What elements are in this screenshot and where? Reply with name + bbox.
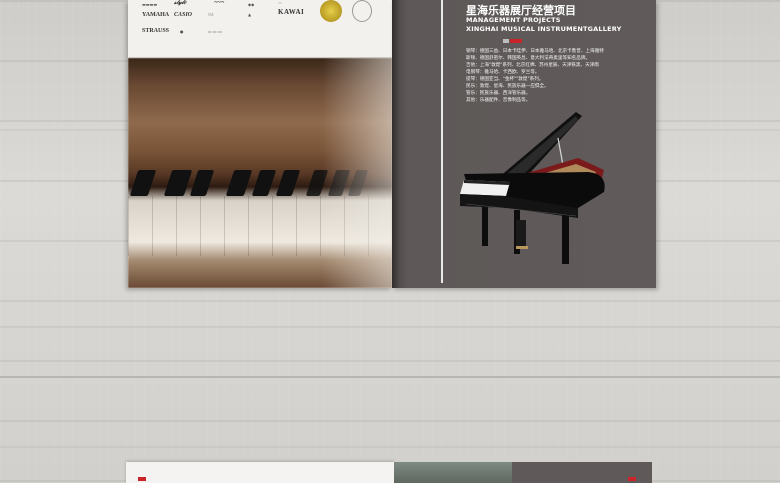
- body-text-line: 钢琴：德国三益、日本卡哇伊、日本雅马哈、北京卡鲁普、上海雅特: [466, 49, 604, 54]
- brand-logo-strauss: STRAUSS: [142, 28, 170, 34]
- body-text-line: 电钢琴：雅马哈、卡西欧、罗兰等。: [466, 70, 540, 75]
- body-text-line: 民乐：敦煌、星海、民族乐器一应俱全。: [466, 84, 549, 89]
- page-subtitle: XINGHAI MUSICAL INSTRUMENTGALLERY: [466, 25, 622, 33]
- brochure-left-page: ▬▬▬▬ 𝓈𝓉𝓎𝓁𝑒 ~~~ YAMAHA CASIO ⌇⌇⌇ ▲ KAWAI …: [128, 0, 392, 288]
- accent-bar: [138, 477, 146, 481]
- page-fold-shadow: [392, 0, 400, 288]
- brand-logo: ⌇⌇⌇: [208, 12, 214, 17]
- brand-logo-casio: CASIO: [174, 12, 193, 18]
- second-brochure-left-page: [126, 462, 394, 483]
- brand-logo: ◆◆: [248, 2, 255, 7]
- body-text-line: 斯顿、德国舒密尔、韩国英昌、意大利法奇奥里等知名品牌。: [466, 56, 591, 61]
- accent-bar: [503, 39, 509, 43]
- accent-bar: [510, 39, 522, 43]
- body-text-line: 管乐：民族乐器、西洋管乐器。: [466, 91, 531, 96]
- body-text-line: 提琴：德国亚当、"金杯""敦煌"系列。: [466, 77, 544, 82]
- plank-seam: [0, 326, 780, 328]
- brand-logo-yamaha: YAMAHA: [142, 12, 170, 18]
- second-brochure-photo: [394, 462, 512, 483]
- brand-logo: ▲: [248, 12, 252, 17]
- brand-logo: ▭ ▭ ▭: [208, 29, 222, 34]
- page-subtitle: MANAGEMENT PROJECTS: [466, 16, 561, 24]
- brand-logo: ●: [180, 29, 184, 34]
- brand-logo: ▬▬▬▬: [142, 2, 158, 7]
- plank-seam: [0, 446, 780, 448]
- grand-piano-image: [460, 112, 605, 264]
- vertical-divider: [441, 0, 443, 283]
- body-text-line: 吉他：上海"敦煌"系列、北京红棉、苏州星辰、天津铁黑、天津雨: [466, 63, 599, 68]
- accent-bar: [628, 477, 636, 481]
- photo-fade: [322, 58, 392, 288]
- body-text-line: 其他：乐器配件、音像制品等。: [466, 98, 531, 103]
- brand-seal-icon: [352, 0, 372, 22]
- plank-seam: [0, 376, 780, 378]
- brand-logo-kawai: KAWAI: [278, 8, 305, 16]
- brand-emblem-icon: [320, 0, 342, 22]
- brand-logo: ~~~: [214, 0, 225, 6]
- brand-logo: ⌒: [278, 2, 282, 7]
- brand-logo: 𝓈𝓉𝓎𝓁𝑒: [174, 0, 187, 6]
